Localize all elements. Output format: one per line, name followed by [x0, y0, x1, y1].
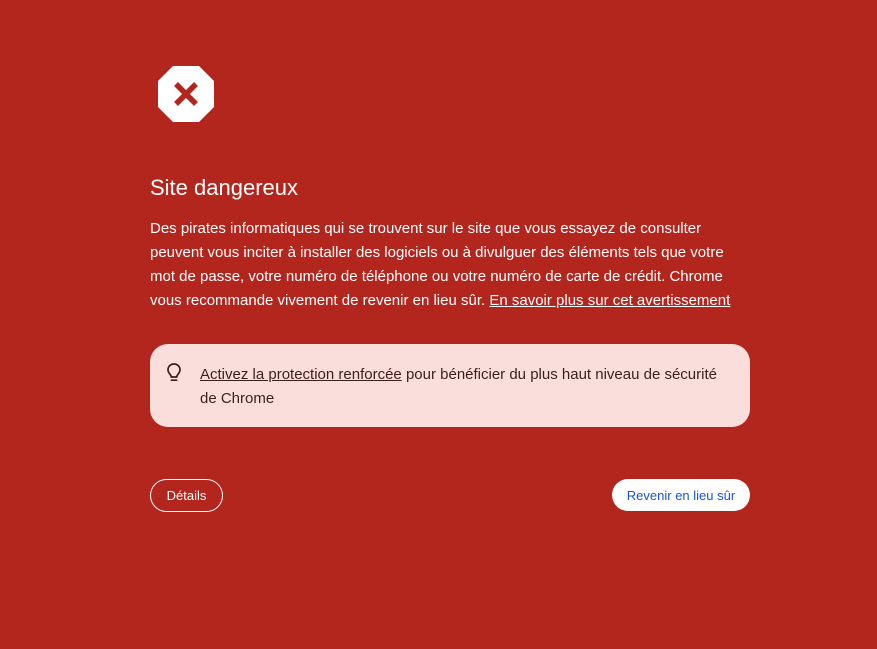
lightbulb-icon — [167, 363, 181, 382]
warning-description: Des pirates informatiques qui se trouven… — [150, 217, 750, 313]
learn-more-link[interactable]: En savoir plus sur cet avertissement — [489, 292, 730, 309]
back-to-safety-button[interactable]: Revenir en lieu sûr — [612, 479, 750, 511]
enhanced-protection-text: Activez la protection renforcée pour bén… — [200, 363, 730, 411]
page-title: Site dangereux — [150, 175, 298, 200]
enhanced-protection-banner: Activez la protection renforcée pour bén… — [150, 344, 750, 427]
stop-x-icon — [158, 66, 214, 122]
enhanced-protection-link[interactable]: Activez la protection renforcée — [200, 366, 402, 383]
details-button[interactable]: Détails — [150, 479, 223, 512]
